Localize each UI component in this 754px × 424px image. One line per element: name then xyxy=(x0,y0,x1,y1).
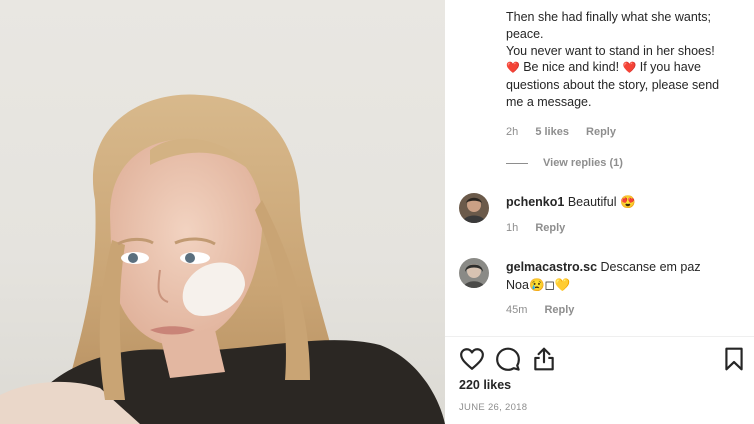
reply-button[interactable]: Reply xyxy=(535,222,565,234)
caption-text: If you have xyxy=(639,60,701,75)
avatar-image xyxy=(459,258,489,288)
post-photo[interactable] xyxy=(0,0,445,424)
caption-line: Then she had finally what she wants; xyxy=(506,10,711,24)
reply-button[interactable]: Reply xyxy=(544,304,574,316)
view-replies-label: View replies (1) xyxy=(543,157,623,169)
caption-line: questions about the story, please send xyxy=(506,78,720,93)
comment-time: 45m xyxy=(506,304,528,316)
heart-icon[interactable] xyxy=(459,346,485,372)
post-caption: Then she had finally what she wants; pea… xyxy=(506,9,751,111)
share-icon[interactable] xyxy=(531,346,557,372)
comment-icon[interactable] xyxy=(495,346,521,372)
post-date: JUNE 26, 2018 xyxy=(459,402,528,413)
reply-button[interactable]: Reply xyxy=(586,126,616,138)
caption-likes[interactable]: 5 likes xyxy=(535,126,569,138)
replies-divider xyxy=(506,162,528,164)
comment-body: Descanse em paz xyxy=(600,260,701,274)
comment-username[interactable]: pchenko1 xyxy=(506,195,564,209)
comment-meta: 1h Reply xyxy=(506,222,579,234)
avatar-image xyxy=(459,193,489,223)
caption-meta: 2h 5 likes Reply xyxy=(506,126,630,138)
view-replies-button[interactable]: View replies (1) xyxy=(506,157,623,169)
post-likes-count[interactable]: 220 likes xyxy=(459,378,511,392)
comment-text: gelmacastro.sc Descanse em paz Noa😢◻💛 xyxy=(506,258,746,294)
comment-text: pchenko1 Beautiful 😍 xyxy=(506,193,746,211)
comment-emoji: 😍 xyxy=(619,195,636,209)
comment-time: 1h xyxy=(506,222,519,234)
caption-line: peace. xyxy=(506,26,544,41)
portrait-illustration xyxy=(0,94,445,424)
comment-body: Beautiful xyxy=(567,195,617,209)
caption-line: ❤️ Be nice and kind! ❤️ If you have xyxy=(506,59,751,77)
caption-time: 2h xyxy=(506,126,519,138)
post-actions xyxy=(459,346,749,372)
comment-meta: 45m Reply xyxy=(506,304,588,316)
caption-line: You never want to stand in her shoes! xyxy=(506,43,715,58)
avatar[interactable] xyxy=(459,193,489,223)
section-divider xyxy=(445,336,754,337)
avatar[interactable] xyxy=(459,258,489,288)
comment-username[interactable]: gelmacastro.sc xyxy=(506,260,597,274)
heart-emoji-icon: ❤️ xyxy=(506,62,520,75)
comment-emoji: 😢◻💛 xyxy=(528,278,571,292)
heart-emoji-icon: ❤️ xyxy=(622,62,637,75)
comments-panel: Then she had finally what she wants; pea… xyxy=(445,0,754,424)
bookmark-icon[interactable] xyxy=(721,346,747,372)
caption-line: me a message. xyxy=(506,94,592,109)
caption-text: Be nice and kind! xyxy=(523,60,620,75)
comment-body: Noa xyxy=(506,278,529,292)
